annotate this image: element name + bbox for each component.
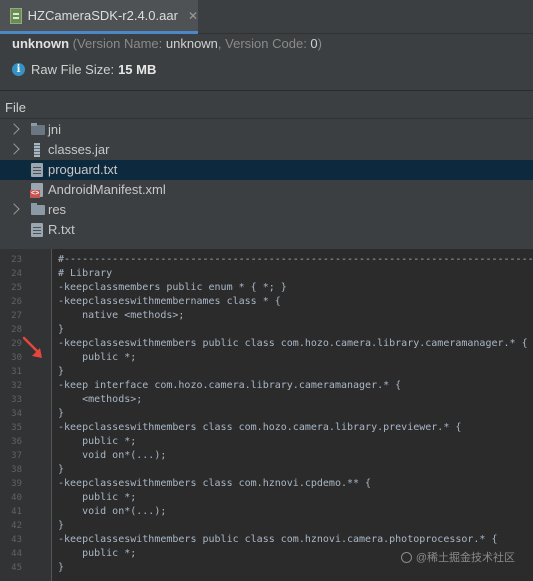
- chevron-right-icon[interactable]: [8, 123, 20, 135]
- code-line: #---------------------------------------…: [58, 254, 533, 265]
- watermark: @稀土掘金技术社区: [400, 549, 515, 565]
- line-number: 31: [11, 367, 22, 377]
- code-line: -keepclasseswithmembers class com.hznovi…: [58, 478, 372, 489]
- code-line: -keepclasseswithmembernames class * {: [58, 296, 281, 307]
- app-name: unknown: [12, 36, 70, 51]
- code-area[interactable]: #---------------------------------------…: [58, 249, 533, 581]
- line-number: 35: [11, 423, 22, 433]
- line-number: 30: [11, 353, 22, 363]
- chevron-right-icon[interactable]: [8, 203, 20, 215]
- info-icon: i: [12, 63, 25, 76]
- tree-item-proguard-txt[interactable]: proguard.txt: [0, 160, 533, 180]
- watermark-text: @稀土掘金技术社区: [415, 552, 515, 564]
- chevron-right-icon[interactable]: [8, 143, 20, 155]
- tree-item-label: jni: [48, 122, 62, 137]
- close-icon[interactable]: ✕: [188, 9, 198, 23]
- line-number: 25: [11, 283, 22, 293]
- code-line: void on*(...);: [58, 450, 167, 461]
- code-line: public *;: [58, 548, 137, 559]
- line-number: 39: [11, 479, 22, 489]
- version-name-label: (Version Name:: [69, 36, 166, 51]
- xml-file-icon: [30, 183, 43, 198]
- line-number: 27: [11, 311, 22, 321]
- code-line: # Library: [58, 268, 113, 279]
- tab-title: HZCameraSDK-r2.4.0.aar: [27, 8, 178, 23]
- code-line: -keepclassmembers public enum * { *; }: [58, 282, 287, 293]
- raw-file-size-value: 15 MB: [118, 62, 157, 77]
- line-number: 38: [11, 465, 22, 475]
- text-file-icon: [31, 223, 43, 237]
- line-number: 36: [11, 437, 22, 447]
- code-line: native <methods>;: [58, 310, 185, 321]
- code-line: }: [58, 366, 65, 377]
- android-archive-icon: [10, 7, 22, 24]
- line-number: 32: [11, 381, 22, 391]
- version-code-label: , Version Code:: [217, 36, 311, 51]
- jar-icon: [34, 143, 40, 157]
- line-number: 42: [11, 521, 22, 531]
- code-line: }: [58, 520, 65, 531]
- line-number: 37: [11, 451, 22, 461]
- juejin-logo-icon: [400, 551, 412, 563]
- code-line: public *;: [58, 492, 137, 503]
- code-line: public *;: [58, 352, 137, 363]
- line-number: 34: [11, 409, 22, 419]
- line-number: 44: [11, 549, 22, 559]
- editor-tab-bar: HZCameraSDK-r2.4.0.aar ✕: [0, 0, 533, 34]
- code-line: void on*(...);: [58, 506, 167, 517]
- line-number: 45: [11, 563, 22, 573]
- tree-item-jni[interactable]: jni: [0, 120, 533, 140]
- red-arrow-icon: [22, 336, 42, 358]
- tree-item-label: AndroidManifest.xml: [48, 182, 166, 197]
- code-line: -keepclasseswithmembers public class com…: [58, 534, 498, 545]
- divider: [0, 90, 533, 91]
- line-number: 26: [11, 297, 22, 307]
- line-number: 29: [11, 339, 22, 349]
- text-file-icon: [31, 163, 43, 177]
- code-line: -keepclasseswithmembers public class com…: [58, 338, 528, 349]
- line-number-gutter: 23 24 25 26 27 28 29 30 31 32 33 34 35 36 37 38 39 40 41 42…: [0, 249, 52, 581]
- file-preview-editor[interactable]: 23 24 25 26 27 28 29 30 31 32 33 34 35 36 37 38 39 40 41 42…: [0, 247, 533, 581]
- code-line: }: [58, 464, 65, 475]
- line-number: 41: [11, 507, 22, 517]
- code-line: -keep interface com.hozo.camera.library.…: [58, 380, 402, 391]
- line-number: 40: [11, 493, 22, 503]
- tree-item-label: classes.jar: [48, 142, 110, 157]
- tree-item-classes-jar[interactable]: classes.jar: [0, 140, 533, 160]
- line-number: 43: [11, 535, 22, 545]
- folder-icon: [31, 203, 45, 215]
- version-name-value: unknown: [165, 36, 218, 51]
- tree-item-r-txt[interactable]: R.txt: [0, 220, 533, 240]
- line-number: 23: [11, 255, 22, 265]
- tab-aar-file[interactable]: HZCameraSDK-r2.4.0.aar ✕: [0, 0, 198, 34]
- code-line: public *;: [58, 436, 137, 447]
- tree-item-android-manifest[interactable]: AndroidManifest.xml: [0, 180, 533, 200]
- raw-file-size-label: Raw File Size:: [31, 62, 115, 77]
- file-column-header[interactable]: File: [0, 97, 533, 119]
- code-line: <methods>;: [58, 394, 143, 405]
- code-line: }: [58, 562, 65, 573]
- code-line: }: [58, 324, 65, 335]
- tree-item-label: proguard.txt: [48, 162, 118, 177]
- tree-item-label: res: [48, 202, 67, 217]
- tree-item-label: R.txt: [48, 222, 75, 237]
- line-number: 28: [11, 325, 22, 335]
- code-line: -keepclasseswithmembers class com.hozo.c…: [58, 422, 462, 433]
- folder-icon: [31, 123, 45, 135]
- code-line: }: [58, 408, 65, 419]
- raw-file-size-line: i Raw File Size: 15 MB: [12, 62, 156, 77]
- app-info-line: unknown (Version Name: unknown, Version …: [12, 36, 322, 51]
- line-number: 24: [11, 269, 22, 279]
- version-code-value: 0: [310, 36, 318, 51]
- version-close-paren: ): [317, 36, 322, 51]
- tree-item-res[interactable]: res: [0, 200, 533, 220]
- line-number: 33: [11, 395, 22, 405]
